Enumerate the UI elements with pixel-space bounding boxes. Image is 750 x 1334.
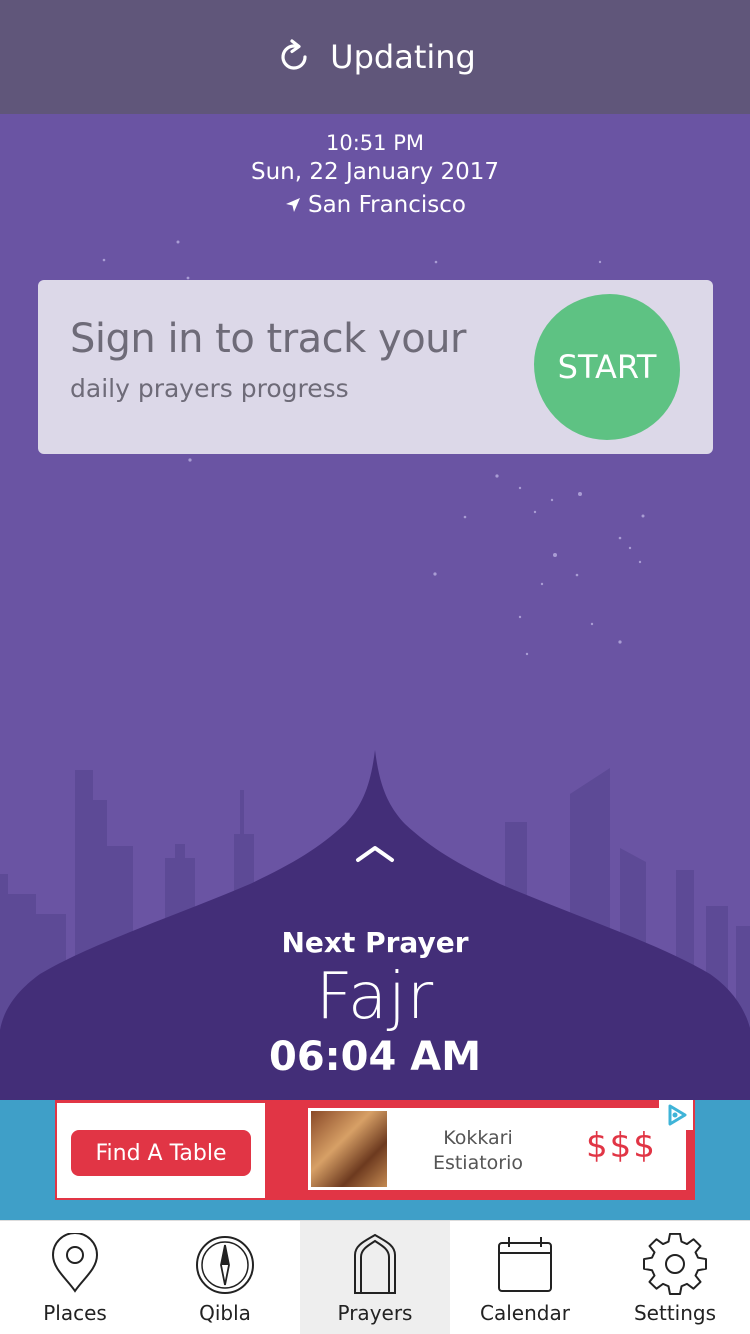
tab-prayers[interactable]: Prayers	[300, 1221, 450, 1334]
signin-subtitle: daily prayers progress	[70, 374, 349, 403]
tab-label: Places	[43, 1301, 107, 1325]
refresh-icon[interactable]	[274, 37, 314, 77]
location-name: San Francisco	[307, 192, 466, 218]
next-prayer-name: Fajr	[315, 960, 435, 1034]
tab-calendar[interactable]: Calendar	[450, 1221, 600, 1334]
location-arrow-icon	[285, 198, 300, 212]
tab-label: Prayers	[337, 1301, 413, 1325]
adchoices-icon[interactable]	[659, 1100, 693, 1130]
tab-places[interactable]: Places	[0, 1221, 150, 1334]
tab-label: Calendar	[480, 1301, 570, 1325]
restaurant-name: Kokkari Estiatorio	[432, 1127, 524, 1174]
header-title: Updating	[330, 38, 476, 76]
find-table-button[interactable]: Find A Table	[71, 1130, 251, 1176]
tab-qibla[interactable]: Qibla	[150, 1221, 300, 1334]
chevron-up-icon[interactable]	[354, 842, 396, 864]
moon-icon	[489, 600, 568, 675]
current-date: Sun, 22 January 2017	[251, 159, 499, 185]
location-row[interactable]: San Francisco	[0, 188, 750, 222]
ad-left-panel: Find A Table	[57, 1103, 265, 1198]
ad-listing[interactable]: Kokkari Estiatorio $$$	[308, 1108, 686, 1190]
map-pin-icon	[51, 1233, 99, 1293]
start-button[interactable]: START	[534, 294, 680, 440]
tab-bar: Places Qibla Prayers Calendar Settings	[0, 1220, 750, 1334]
gear-icon	[643, 1233, 707, 1295]
current-time: 10:51 PM	[326, 131, 424, 155]
price-level: $$$	[586, 1126, 657, 1166]
signin-title: Sign in to track your	[70, 316, 466, 362]
prayer-sky-panel: 10:51 PM Sun, 22 January 2017 San Franci…	[0, 114, 750, 1100]
next-prayer-time: 06:04 AM	[268, 1034, 481, 1080]
mosque-door-icon	[354, 1233, 396, 1294]
tab-label: Settings	[633, 1301, 717, 1325]
status-header: Updating	[0, 0, 750, 114]
tab-settings[interactable]: Settings	[600, 1221, 750, 1334]
tab-label: Qibla	[199, 1301, 251, 1325]
restaurant-thumbnail	[311, 1111, 387, 1187]
ad-banner[interactable]: Find A Table Kokkari Estiatorio $$$	[0, 1100, 750, 1220]
signin-card[interactable]: Sign in to track your daily prayers prog…	[38, 280, 713, 454]
ad-content[interactable]: Find A Table Kokkari Estiatorio $$$	[55, 1100, 695, 1200]
compass-icon	[196, 1236, 254, 1294]
calendar-icon	[498, 1237, 552, 1292]
next-prayer-label: Next Prayer	[281, 926, 469, 959]
